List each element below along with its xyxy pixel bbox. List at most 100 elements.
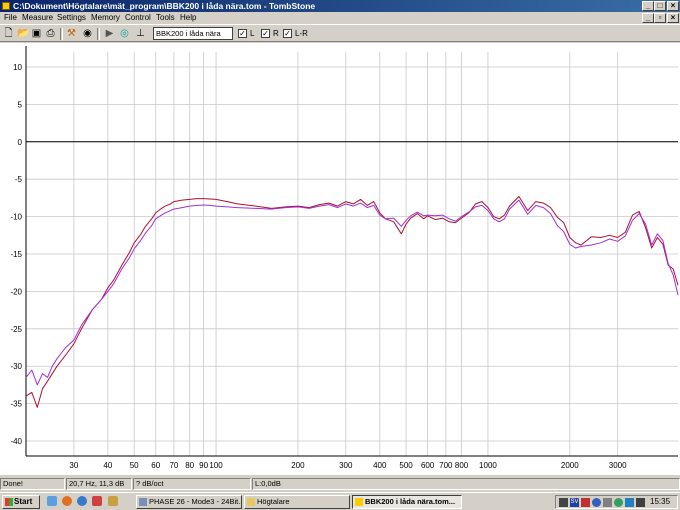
- y-tick-label: -15: [10, 250, 22, 259]
- checkbox-l-r[interactable]: ✓: [283, 29, 292, 38]
- checkbox-l[interactable]: ✓: [238, 29, 247, 38]
- x-tick-label: 600: [421, 461, 435, 470]
- toolbar-separator: [97, 28, 100, 40]
- plot-background: [0, 43, 680, 475]
- clock: 15:35: [650, 497, 671, 506]
- tombstone-app-icon: [355, 498, 363, 506]
- start-label: Start: [14, 497, 33, 506]
- x-tick-label: 300: [339, 461, 353, 470]
- open-icon[interactable]: 📂: [17, 28, 29, 39]
- tray-app-icon[interactable]: [559, 498, 568, 507]
- tray-network-icon[interactable]: [592, 498, 601, 507]
- task-phase26[interactable]: PHASE 26 - Mode3 - 24Bit...: [136, 495, 242, 509]
- status-level: L:0,0dB: [252, 478, 680, 490]
- x-tick-label: 50: [130, 461, 139, 470]
- quicklaunch-icon[interactable]: [108, 496, 118, 506]
- x-tick-label: 30: [69, 461, 78, 470]
- tray-misc-icon[interactable]: [636, 498, 645, 507]
- y-tick-label: 5: [18, 100, 23, 109]
- checkbox-l-r-label: L-R: [295, 29, 308, 38]
- x-tick-label: 400: [373, 461, 387, 470]
- status-state: Done!: [0, 478, 65, 490]
- x-tick-label: 200: [291, 461, 305, 470]
- maximize-button[interactable]: □: [654, 1, 666, 11]
- toolbar: 🗋 📂 ▣ ⎙ ⚒ ◉ ▶ ◎ ⊥: [0, 24, 680, 42]
- frequency-response-chart[interactable]: 30 40 50 60 70 80 90 100 200 300 400 500 600 700 800 10…: [0, 43, 680, 475]
- firefox-icon[interactable]: [62, 496, 72, 506]
- windows-flag-icon: [5, 498, 13, 506]
- status-smoothing: ? dB/oct: [133, 478, 251, 490]
- checkbox-l-label: L: [250, 29, 255, 38]
- x-tick-label: 70: [169, 461, 178, 470]
- minimize-button[interactable]: _: [642, 1, 654, 11]
- mdi-restore-button[interactable]: ▫: [654, 13, 666, 23]
- x-tick-label: 800: [455, 461, 469, 470]
- x-tick-label: 2000: [561, 461, 579, 470]
- toolbar-separator: [60, 28, 63, 40]
- new-file-icon[interactable]: 🗋: [3, 28, 14, 39]
- y-tick-label: -40: [10, 437, 22, 446]
- x-tick-label: 60: [151, 461, 160, 470]
- task-tombstone[interactable]: BBK200 i låda nära.tom...: [352, 495, 462, 509]
- sweep-icon[interactable]: ◎: [119, 28, 130, 39]
- save-icon[interactable]: ▣: [31, 28, 42, 39]
- menu-measure[interactable]: Measure: [22, 13, 53, 23]
- tray-monitor-icon[interactable]: [625, 498, 634, 507]
- task-label: PHASE 26 - Mode3 - 24Bit...: [149, 497, 242, 506]
- mdi-minimize-button[interactable]: _: [642, 13, 654, 23]
- task-label: BBK200 i låda nära.tom...: [365, 497, 456, 506]
- checkbox-r[interactable]: ✓: [261, 29, 270, 38]
- print-icon[interactable]: ⎙: [45, 28, 56, 39]
- menu-tools[interactable]: Tools: [156, 13, 175, 23]
- menu-help[interactable]: Help: [180, 13, 196, 23]
- title-bar[interactable]: C:\Dokument\Högtalare\mät_program\BBK200…: [0, 0, 680, 12]
- play-icon[interactable]: ▶: [104, 28, 115, 39]
- x-tick-label: 500: [399, 461, 413, 470]
- probe-icon[interactable]: ⚒: [66, 28, 77, 39]
- media-icon[interactable]: [92, 496, 102, 506]
- system-tray: SV 15:35: [555, 495, 678, 509]
- status-cursor-readout: 20,7 Hz, 11,3 dB: [66, 478, 132, 490]
- measurement-select[interactable]: BBK200 i låda nära: [153, 27, 233, 40]
- window-title: C:\Dokument\Högtalare\mät_program\BBK200…: [13, 1, 316, 11]
- x-tick-label: 700: [439, 461, 453, 470]
- menu-memory[interactable]: Memory: [91, 13, 120, 23]
- folder-icon: [247, 498, 255, 506]
- task-label: Högtalare: [257, 497, 290, 506]
- language-indicator[interactable]: SV: [570, 498, 579, 507]
- task-hogtalare[interactable]: Högtalare: [244, 495, 350, 509]
- chart-svg[interactable]: 30 40 50 60 70 80 90 100 200 300 400 500 600 700 800 10…: [0, 43, 680, 475]
- x-tick-label: 90: [199, 461, 208, 470]
- close-button[interactable]: ×: [667, 1, 679, 11]
- y-tick-label: -5: [15, 175, 23, 184]
- x-tick-label: 80: [185, 461, 194, 470]
- phase-app-icon: [139, 498, 147, 506]
- desktop-icon[interactable]: [47, 496, 57, 506]
- checkbox-r-label: R: [273, 29, 279, 38]
- tray-security-icon[interactable]: [581, 498, 590, 507]
- mdi-close-button[interactable]: ×: [667, 13, 679, 23]
- y-tick-label: 0: [18, 138, 23, 147]
- tray-volume-icon[interactable]: [603, 498, 612, 507]
- menu-control[interactable]: Control: [125, 13, 151, 23]
- menu-file[interactable]: File: [4, 13, 17, 23]
- y-tick-label: 10: [13, 63, 22, 72]
- y-tick-label: -35: [10, 400, 22, 409]
- browser-icon[interactable]: [77, 496, 87, 506]
- status-bar: Done! 20,7 Hz, 11,3 dB ? dB/oct L:0,0dB: [0, 478, 680, 490]
- x-tick-label: 3000: [609, 461, 627, 470]
- antenna-icon[interactable]: ⊥: [135, 28, 146, 39]
- y-tick-label: -25: [10, 325, 22, 334]
- start-button[interactable]: Start: [2, 495, 40, 509]
- tray-update-icon[interactable]: [614, 498, 623, 507]
- x-tick-label: 1000: [479, 461, 497, 470]
- record-icon[interactable]: ◉: [82, 28, 93, 39]
- x-tick-label: 40: [103, 461, 112, 470]
- app-icon[interactable]: [2, 2, 10, 10]
- x-tick-label: 100: [209, 461, 223, 470]
- menu-settings[interactable]: Settings: [57, 13, 86, 23]
- y-tick-label: -20: [10, 287, 22, 296]
- y-tick-label: -30: [10, 362, 22, 371]
- taskbar: Start PHASE 26 - Mode3 - 24Bit... Högtal…: [0, 492, 680, 510]
- menu-bar: File Measure Settings Memory Control Too…: [0, 12, 680, 24]
